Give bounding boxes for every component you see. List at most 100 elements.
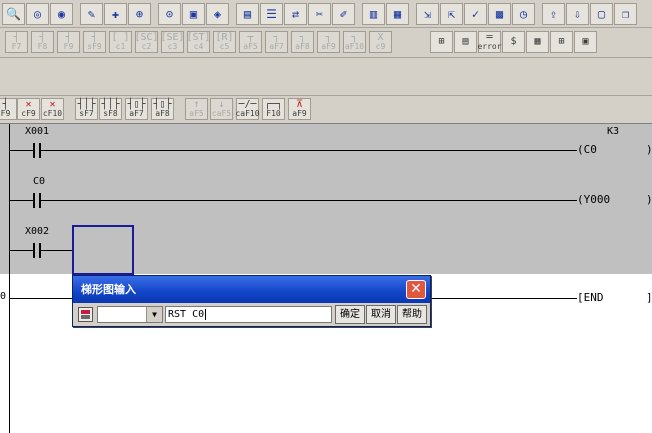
rung2-coil[interactable]: (Y000 [577, 193, 610, 206]
ladder-symbol-button-6[interactable]: [SC] c2 [134, 31, 159, 53]
find-icon[interactable]: ◎ [26, 3, 49, 25]
ladder-symbol-button-4[interactable]: ┤ sF9 [83, 31, 106, 53]
ladder-write-icon[interactable]: ✚ [104, 3, 127, 25]
monitor-search-icon[interactable]: ◈ [206, 3, 229, 25]
rung1-contact[interactable] [33, 143, 41, 158]
ladder-symbol-button-14[interactable]: ┐ aF10 [343, 31, 366, 53]
ladder-symbol-button-10-shortcut: aF5 [243, 42, 258, 51]
pen-icon[interactable]: ✎ [80, 3, 103, 25]
toolbar-ladder-symbols: ┤ F7 ┤ F8 ┤ F9 ┤ sF9[ ] c1 [SC] c2 [SE] c3 [ST] c4 [R] c… [0, 28, 652, 58]
toolbar-empty-strip [0, 58, 652, 96]
ladder-edit-button-aF9[interactable]: ⊼ aF9 [288, 98, 311, 120]
read-plc-icon[interactable]: ⇱ [440, 3, 463, 25]
ladder-symbol-button-11[interactable]: ┐ aF7 [265, 31, 288, 53]
monitor-icon[interactable]: ▣ [182, 3, 205, 25]
device-list-icon[interactable]: ▤ [236, 3, 259, 25]
program-check-icon[interactable]: ☰ [260, 3, 283, 25]
print-setup-icon[interactable]: ▦ [386, 3, 409, 25]
ladder-symbol-button-8[interactable]: [ST] c4 [186, 31, 211, 53]
ladder-edit-button-aF5[interactable]: ↑ aF5 [185, 98, 208, 120]
rung4-wire-left [9, 298, 73, 299]
tool-button-3[interactable]: ═ error [477, 31, 502, 53]
ladder-symbol-button-3[interactable]: ┤ F9 [57, 31, 80, 53]
cross-ref-icon[interactable]: ✂ [308, 3, 331, 25]
clock-icon[interactable]: ◷ [512, 3, 535, 25]
print-icon[interactable]: ▥ [362, 3, 385, 25]
ladder-edit-button-cF10[interactable]: ✕ cF10 [41, 98, 64, 120]
ok-button[interactable]: 确定 [335, 305, 365, 324]
tool-button-1[interactable]: ⊞ [430, 31, 453, 53]
toolbar-ladder-edit: ┤ F9 ✕ cF9 ✕ cF10 ┤│├ sF7 ┤│├ sF8 ┤▯├ aF7 ┤▯├ aF8 ↑ aF5… [0, 96, 652, 124]
ladder-edit-button-aF7[interactable]: ┤▯├ aF7 [125, 98, 148, 120]
zoom-icon[interactable]: 🔍 [2, 3, 25, 25]
ladder-symbol-button-5-shortcut: c1 [115, 42, 126, 51]
dialog-close-button[interactable]: ✕ [406, 280, 426, 299]
ladder-edit-cursor [72, 225, 134, 275]
matrix-icon[interactable]: ▩ [488, 3, 511, 25]
search-device-icon[interactable]: ⊙ [158, 3, 181, 25]
tool-button-4[interactable]: $ [502, 31, 525, 53]
ladder-edit-button-sF7[interactable]: ┤│├ sF7 [75, 98, 98, 120]
text-caret [205, 309, 207, 320]
ladder-symbol-button-13[interactable]: ┐ aF9 [317, 31, 340, 53]
ladder-edit-button-F9[interactable]: ┤ F9 [0, 98, 17, 120]
ladder-symbol-icon[interactable] [78, 307, 93, 322]
ladder-symbol-button-12[interactable]: ┐ aF8 [291, 31, 314, 53]
instruction-type-select[interactable]: ▼ [97, 306, 163, 323]
rung2-contact[interactable] [33, 193, 41, 208]
rung3-wire-left [9, 250, 33, 251]
ladder-symbol-button-12-shortcut: aF8 [295, 42, 310, 51]
tool-button-7[interactable]: ▣ [574, 31, 597, 53]
ladder-symbol-button-4-shortcut: sF9 [87, 42, 102, 51]
ladder-symbol-button-2[interactable]: ┤ F8 [31, 31, 54, 53]
search-icon[interactable]: ⊕ [128, 3, 151, 25]
ladder-edit-button-aF8[interactable]: ┤▯├ aF8 [151, 98, 174, 120]
rung1-wire [41, 150, 577, 151]
upload-icon[interactable]: ⇪ [542, 3, 565, 25]
window-icon[interactable]: ▢ [590, 3, 613, 25]
verify-icon[interactable]: ✓ [464, 3, 487, 25]
ladder-symbol-button-5[interactable]: [ ] c1 [109, 31, 132, 53]
ladder-edit-button-caF5[interactable]: ↓ caF5 [210, 98, 233, 120]
ladder-edit-button-cF9[interactable]: ✕ cF9 [17, 98, 40, 120]
rung3-contact[interactable] [33, 243, 41, 258]
write-plc-icon[interactable]: ⇲ [416, 3, 439, 25]
ladder-symbol-button-9[interactable]: [R] c5 [213, 31, 236, 53]
rung1-coil[interactable]: (C0 [577, 143, 597, 156]
ladder-edit-button-sF8[interactable]: ┤│├ sF8 [99, 98, 122, 120]
download-icon[interactable]: ⇩ [566, 3, 589, 25]
window2-icon[interactable]: ❐ [614, 3, 637, 25]
rung1-coil-end: ) [646, 143, 652, 156]
ladder-symbol-button-10[interactable]: ┬ aF5 [239, 31, 262, 53]
ladder-edit-button-sF7-shortcut: sF7 [79, 109, 94, 118]
ladder-symbol-button-11-shortcut: aF7 [269, 42, 284, 51]
rung2-wire [41, 200, 577, 201]
tool-button-4-glyph: $ [510, 36, 517, 47]
ladder-edit-button-sF8-shortcut: sF8 [103, 109, 118, 118]
ladder-symbol-button-1[interactable]: ┤ F7 [5, 31, 28, 53]
ladder-edit-button-caF10[interactable]: ─/─ caF10 [235, 98, 260, 120]
end-instruction[interactable]: [END [577, 291, 604, 304]
tool-button-3-shortcut: error [477, 42, 502, 51]
transfer-icon[interactable]: ⇄ [284, 3, 307, 25]
find-next-icon[interactable]: ◉ [50, 3, 73, 25]
tool-button-6[interactable]: ⊞ [550, 31, 573, 53]
ladder-symbol-button-7[interactable]: [SE] c3 [160, 31, 185, 53]
cancel-button[interactable]: 取消 [366, 305, 396, 324]
tool-button-6-glyph: ⊞ [558, 36, 565, 47]
toolbar-main: 🔍 ◎ ◉ ✎ ✚ ⊕ ⊙ ▣ ◈ ▤ ☰ ⇄ ✂ ✐ ▥ ▦ ⇲ ⇱ ✓ ▩ ◷ ⇪ ⇩ ▢ ❐ [0, 0, 652, 28]
ladder-edit-button-aF7-shortcut: aF7 [129, 109, 144, 118]
tool-button-1-glyph: ⊞ [438, 36, 445, 47]
rung2-coil-end: ) [646, 193, 652, 206]
ladder-symbol-button-15[interactable]: Xc9 [369, 31, 392, 53]
tool-button-5[interactable]: ▦ [526, 31, 549, 53]
ladder-symbol-button-7-shortcut: c3 [167, 42, 178, 51]
rung1-wire-left [9, 150, 33, 151]
chevron-down-icon[interactable]: ▼ [146, 307, 162, 322]
edit-icon[interactable]: ✐ [332, 3, 355, 25]
ladder-symbol-button-3-shortcut: F9 [63, 42, 74, 51]
ladder-edit-button-F10[interactable]: ┌─┐ F10 [262, 98, 285, 120]
tool-button-2[interactable]: ▤ [454, 31, 477, 53]
help-button[interactable]: 帮助 [397, 305, 427, 324]
instruction-input[interactable]: RST C0 [165, 306, 332, 323]
